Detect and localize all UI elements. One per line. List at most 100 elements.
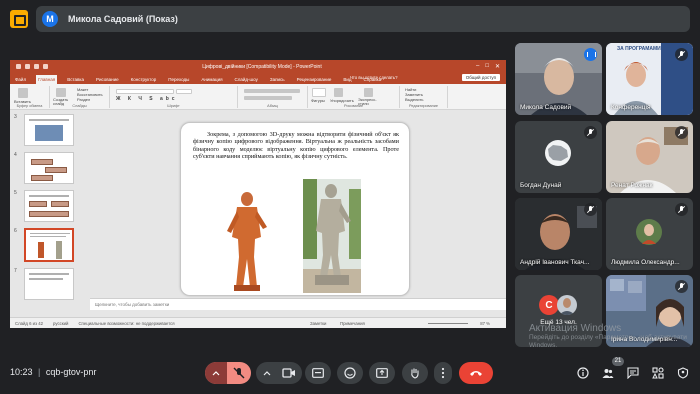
zoom-slider[interactable] xyxy=(428,323,468,324)
slide-thumbnail[interactable] xyxy=(24,152,74,184)
thumb-number: 4 xyxy=(14,152,17,158)
top-bar: M Микола Садовий (Показ) xyxy=(0,0,700,38)
raise-hand-button[interactable] xyxy=(402,362,428,384)
captions-button[interactable] xyxy=(305,362,331,384)
slide-body-text[interactable]: Зокрема, з допомогою 3D-друку можна відт… xyxy=(193,131,399,160)
notes-pane[interactable]: Щелкните, чтобы добавить заметки xyxy=(90,298,506,310)
microphone-control[interactable] xyxy=(205,362,251,384)
font-name-select[interactable] xyxy=(116,89,174,94)
ribbon-group-font: Ж К Ч S abc Шрифт xyxy=(110,86,238,108)
shapes-gallery-icon[interactable] xyxy=(312,88,326,97)
participant-tile[interactable]: Микола Садовий xyxy=(515,43,602,115)
undo-icon[interactable] xyxy=(25,64,30,69)
tell-me-search[interactable]: Что вы хотите сделать? xyxy=(350,75,398,80)
chevron-up-icon[interactable] xyxy=(263,370,271,376)
raise-hand-icon xyxy=(411,368,419,379)
paste-icon[interactable] xyxy=(18,88,28,98)
present-icon[interactable] xyxy=(43,64,48,69)
ribbon-tab[interactable]: Вставка xyxy=(65,75,86,84)
camera-control[interactable] xyxy=(256,362,302,384)
ribbon-tab[interactable]: Рисование xyxy=(94,75,121,84)
ppt-workspace: 3 4 5 6 7 Зокрема, з допомогою 3D-друку … xyxy=(10,110,506,317)
comments-toggle[interactable]: Примечания xyxy=(340,321,365,326)
participant-tile[interactable]: Богдан Дунай xyxy=(515,121,602,193)
participant-name: Конференція xyxy=(611,104,651,111)
quick-styles-icon[interactable] xyxy=(364,88,373,97)
chat-icon[interactable] xyxy=(627,367,639,379)
new-slide-icon[interactable] xyxy=(56,88,66,97)
activities-icon[interactable] xyxy=(652,367,664,379)
participant-tile[interactable]: ЗА ПРОГРАМАМИ Конференція xyxy=(606,43,693,115)
slide-thumbnail-selected[interactable] xyxy=(24,228,74,262)
meet-logo-icon xyxy=(10,10,28,28)
presenter-avatar: M xyxy=(42,11,58,27)
ribbon-tab[interactable]: Файл xyxy=(13,75,28,84)
font-format-icons[interactable]: Ж К Ч S abc xyxy=(116,96,178,102)
thumb-number: 6 xyxy=(14,228,17,234)
save-icon[interactable] xyxy=(16,64,21,69)
ribbon-tab[interactable]: Слайд-шоу xyxy=(233,75,260,84)
ribbon-tab[interactable]: Рецензирование xyxy=(295,75,334,84)
maximize-icon[interactable]: □ xyxy=(485,63,489,70)
separator: | xyxy=(38,367,41,377)
host-controls-icon[interactable] xyxy=(677,367,689,379)
banner-text: ЗА ПРОГРАМАМИ xyxy=(617,46,661,52)
people-icon[interactable] xyxy=(602,367,614,379)
minimize-icon[interactable]: – xyxy=(476,63,479,70)
slide-thumbnail[interactable] xyxy=(24,268,74,300)
section-button[interactable]: Раздел xyxy=(77,97,90,102)
slide-thumbnail[interactable] xyxy=(24,114,74,146)
participant-name: Микола Садовий xyxy=(520,104,572,111)
status-language[interactable]: русский xyxy=(53,321,68,326)
close-icon[interactable]: ✕ xyxy=(495,63,500,70)
participant-tile[interactable]: Людмила Олександр... xyxy=(606,198,693,270)
redo-icon[interactable] xyxy=(34,64,39,69)
present-button[interactable] xyxy=(369,362,395,384)
meeting-code[interactable]: cqb-gtov-pnr xyxy=(46,367,97,377)
ppt-window-title: Цифрові_двійники [Compatibility Mode] - … xyxy=(202,63,322,70)
mic-off-icon xyxy=(675,126,688,139)
status-slide-counter: Слайд 6 из 42 xyxy=(15,320,44,326)
group-label-editing: Редактирование xyxy=(409,104,438,108)
zoom-level[interactable]: 87 % xyxy=(480,321,490,326)
list-icons[interactable] xyxy=(244,89,300,93)
reactions-button[interactable] xyxy=(337,362,363,384)
align-icons[interactable] xyxy=(244,96,292,100)
participant-tile[interactable]: Ренат Рожнак xyxy=(606,121,693,193)
notes-toggle[interactable]: Заметки xyxy=(310,321,326,326)
select-button[interactable]: Выделить xyxy=(405,97,423,102)
watermark-title: Активация Windows xyxy=(529,323,622,334)
current-slide[interactable]: Зокрема, з допомогою 3D-друку можна відт… xyxy=(180,122,410,296)
share-button[interactable]: Общий доступ xyxy=(461,74,500,81)
status-accessibility[interactable]: Специальные возможности: не поддерживает… xyxy=(78,321,174,326)
ribbon-group-clipboard: Вставить Буфер обмена xyxy=(10,86,50,108)
meeting-controls-bar: 10:23 | cqb-gtov-pnr 21 xyxy=(0,352,700,394)
font-size-select[interactable] xyxy=(176,89,192,94)
ribbon-tab[interactable]: Конструктор xyxy=(129,75,159,84)
orange-statue-image[interactable] xyxy=(221,187,271,293)
participant-tile[interactable]: Андрій Іванович Ткач... xyxy=(515,198,602,270)
mic-off-icon xyxy=(675,203,688,216)
ribbon-tab[interactable]: Главная xyxy=(36,75,58,84)
participant-name: Ренат Рожнак xyxy=(611,182,653,189)
ribbon-tab[interactable]: Переходы xyxy=(166,75,191,84)
ribbon-tab[interactable]: Анимация xyxy=(199,75,224,84)
meeting-details-icon[interactable] xyxy=(577,367,589,379)
stone-statue-photo[interactable] xyxy=(303,179,361,293)
arrange-button[interactable]: Упорядочить xyxy=(330,98,354,103)
presenter-name: Микола Садовий (Показ) xyxy=(68,14,178,24)
presenter-banner[interactable]: M Микола Садовий (Показ) xyxy=(36,6,690,32)
ribbon-tab[interactable]: Запись xyxy=(268,75,287,84)
end-call-icon xyxy=(470,371,482,376)
leave-call-button[interactable] xyxy=(459,362,493,384)
present-screen-icon xyxy=(376,368,388,378)
ribbon: Вставить Буфер обмена Создать слайд Маке… xyxy=(10,75,506,110)
more-options-button[interactable] xyxy=(434,362,452,384)
slide-editor: Зокрема, з допомогою 3D-друку можна відт… xyxy=(90,110,506,298)
slide-thumbnail[interactable] xyxy=(24,190,74,222)
thumb-number: 3 xyxy=(14,114,17,120)
shared-screen: Цифрові_двійники [Compatibility Mode] - … xyxy=(10,60,506,328)
arrange-icon[interactable] xyxy=(334,88,343,97)
shapes-button[interactable]: Фигуры xyxy=(311,98,325,103)
ribbon-group-paragraph: Абзац xyxy=(238,86,308,108)
